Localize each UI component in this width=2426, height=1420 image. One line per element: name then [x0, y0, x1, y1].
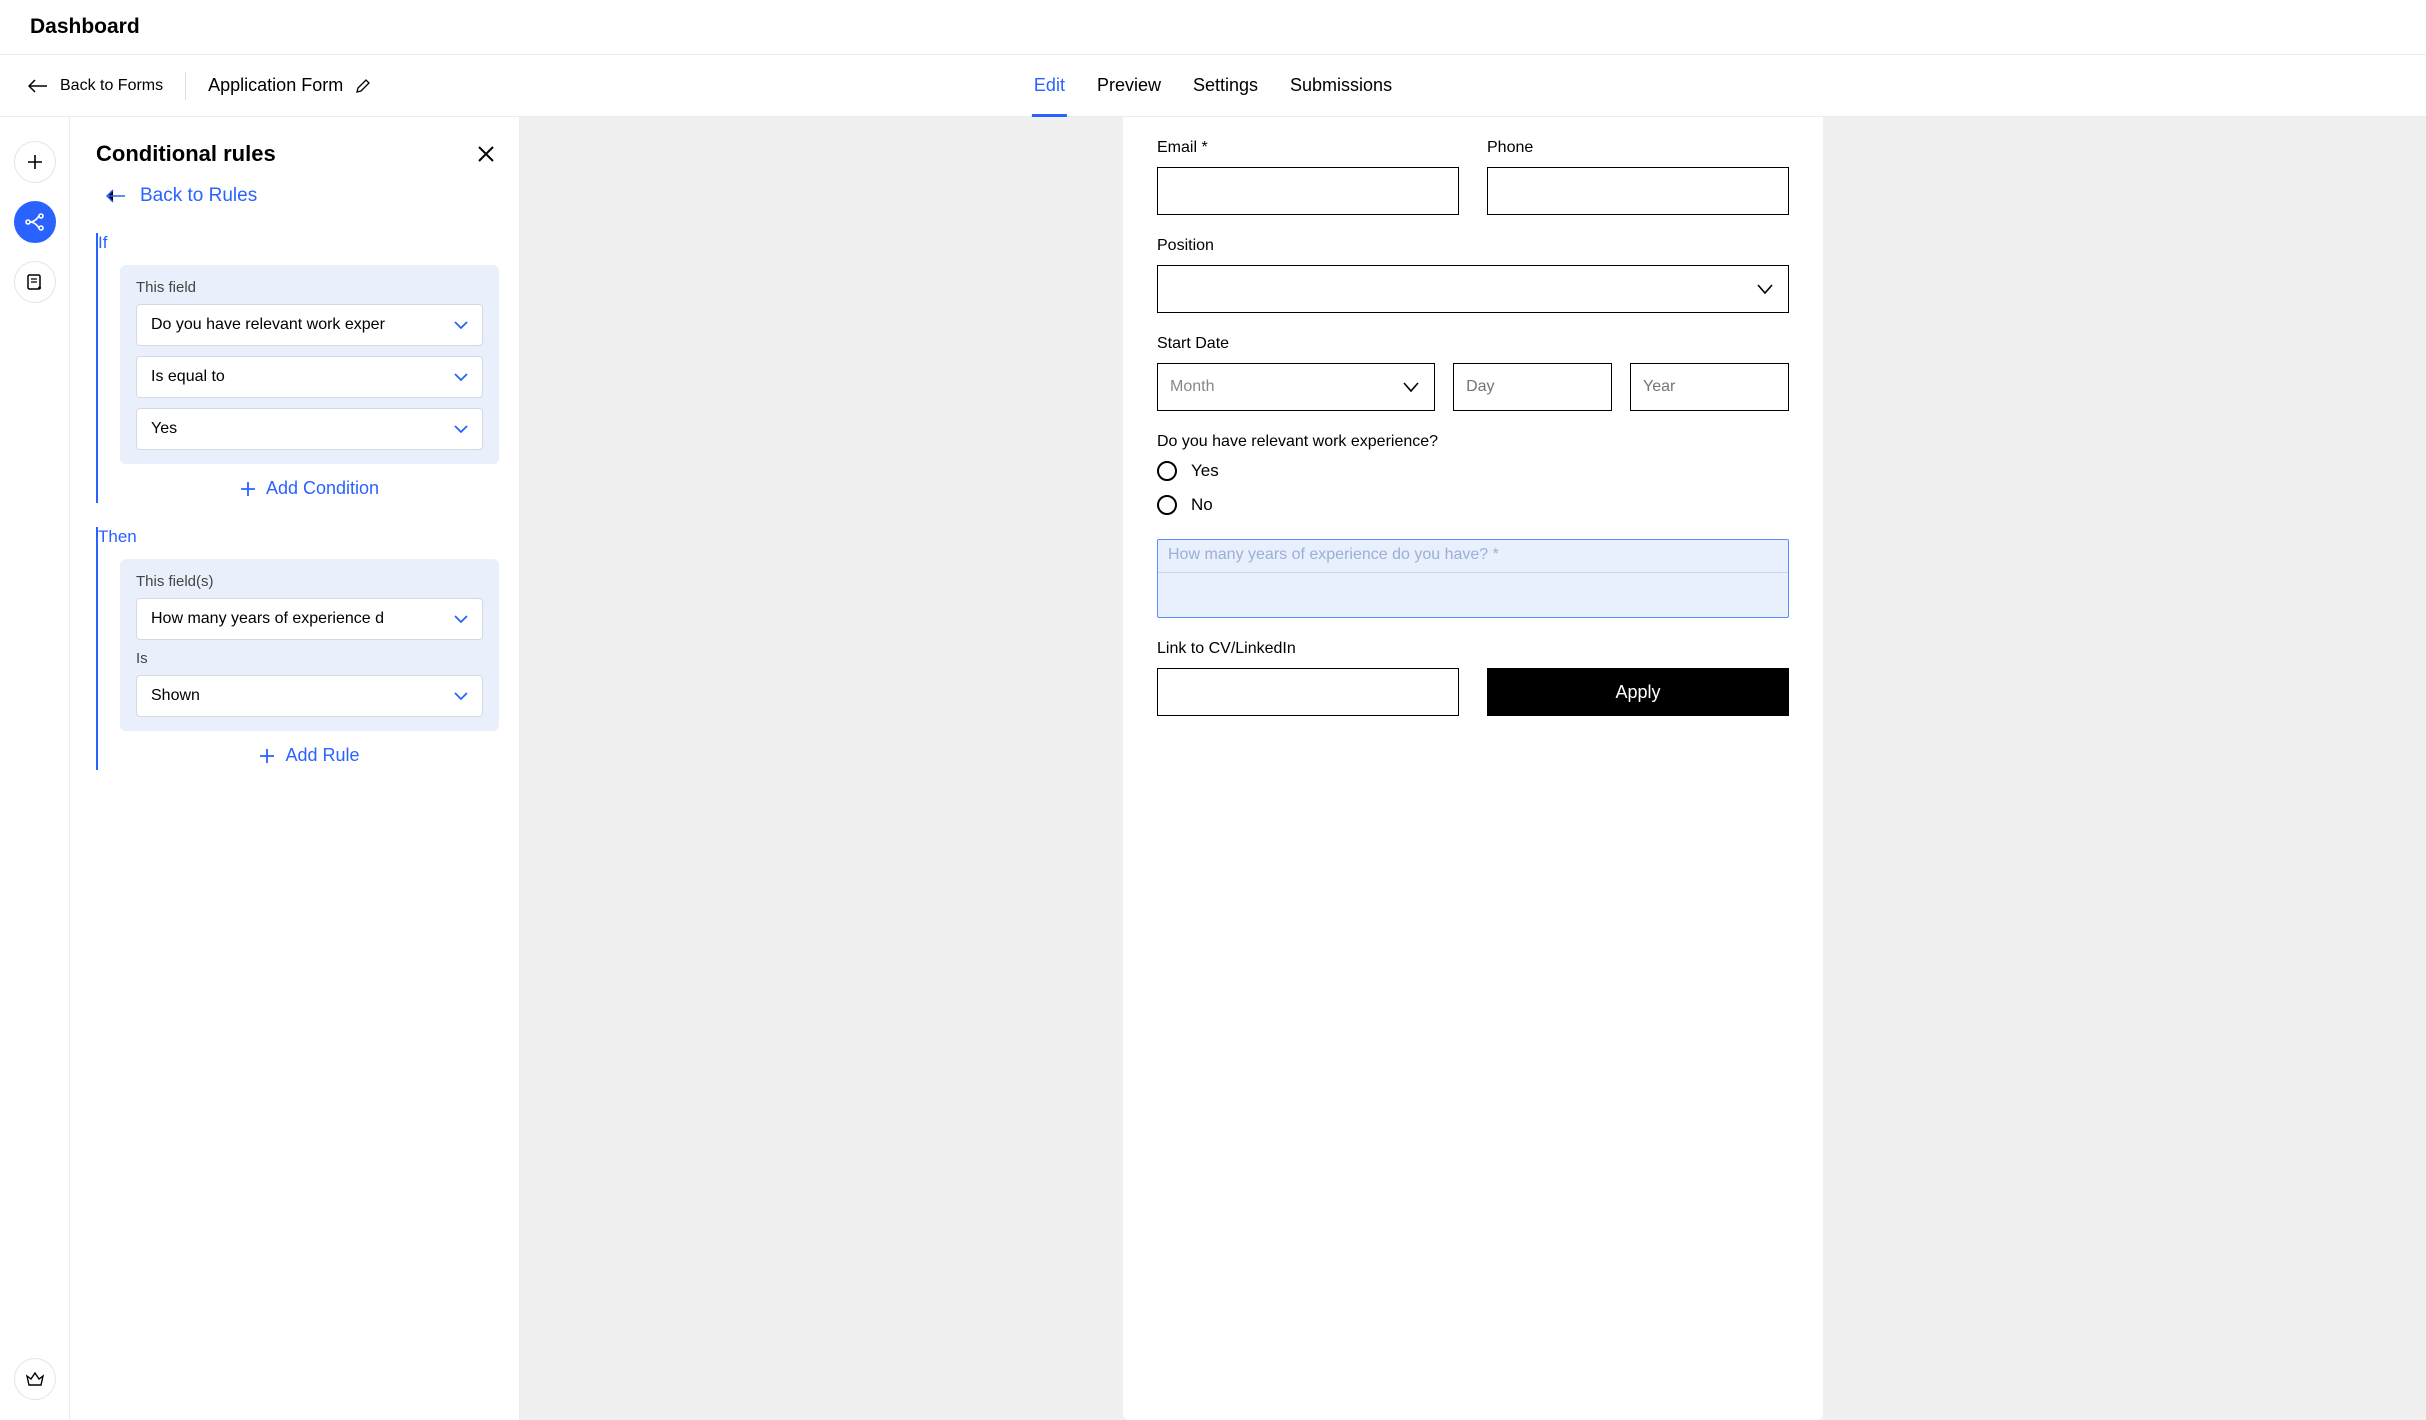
close-icon[interactable]	[473, 141, 499, 167]
phone-label: Phone	[1487, 139, 1789, 157]
top-bar: Dashboard	[0, 0, 2426, 55]
arrow-left-icon	[28, 79, 48, 93]
add-element-button[interactable]	[14, 141, 56, 183]
back-to-rules-label: Back to Rules	[140, 185, 257, 207]
radio-row-no[interactable]: No	[1157, 495, 1789, 515]
if-label: If	[98, 233, 499, 253]
panel-title: Conditional rules	[96, 141, 276, 167]
this-fields-label: This field(s)	[136, 573, 483, 590]
conditional-field-highlight[interactable]: How many years of experience do you have…	[1157, 539, 1789, 618]
chevron-down-icon	[454, 614, 468, 624]
then-label: Then	[98, 527, 499, 547]
tabs: Edit Preview Settings Submissions	[1032, 55, 1394, 116]
plus-icon	[240, 481, 256, 497]
chevron-down-icon	[454, 691, 468, 701]
email-field[interactable]	[1157, 167, 1459, 215]
back-to-forms-label: Back to Forms	[60, 77, 163, 95]
second-bar: Back to Forms Application Form Edit Prev…	[0, 55, 2426, 117]
if-group: If This field Do you have relevant work …	[96, 233, 499, 503]
tab-settings[interactable]: Settings	[1191, 55, 1260, 116]
cv-field[interactable]	[1157, 668, 1459, 716]
position-field-wrap: Position	[1157, 237, 1789, 313]
chevron-down-icon	[454, 372, 468, 382]
add-rule-button[interactable]: Add Rule	[120, 731, 499, 770]
left-rail	[0, 117, 70, 1420]
start-date-label: Start Date	[1157, 335, 1789, 353]
form-name: Application Form	[208, 75, 343, 96]
condition-field-select[interactable]: Do you have relevant work exper	[136, 304, 483, 346]
tab-submissions-label: Submissions	[1290, 75, 1392, 96]
is-label: Is	[136, 650, 483, 667]
radio-label-no: No	[1191, 495, 1213, 515]
form-pages-button[interactable]	[14, 261, 56, 303]
cv-apply-row: Link to CV/LinkedIn Apply	[1157, 640, 1789, 716]
plus-icon	[259, 748, 275, 764]
tab-preview[interactable]: Preview	[1095, 55, 1163, 116]
condition-operator-value: Is equal to	[151, 368, 454, 386]
radio-label-yes: Yes	[1191, 461, 1219, 481]
form-canvas: Email * Phone Position Start Da	[520, 117, 2426, 1420]
action-field-value: How many years of experience d	[151, 610, 454, 628]
action-visibility-select[interactable]: Shown	[136, 675, 483, 717]
form-card: Email * Phone Position Start Da	[1123, 117, 1823, 1420]
tab-settings-label: Settings	[1193, 75, 1258, 96]
back-to-rules-link[interactable]: Back to Rules	[96, 185, 499, 207]
if-body: This field Do you have relevant work exp…	[120, 265, 499, 464]
experience-question: Do you have relevant work experience?	[1157, 433, 1789, 451]
year-input-wrap	[1630, 363, 1789, 411]
tab-edit[interactable]: Edit	[1032, 55, 1067, 116]
panel-header: Conditional rules	[96, 141, 499, 167]
conditional-field-placeholder: How many years of experience do you have…	[1158, 540, 1788, 573]
app-title: Dashboard	[30, 15, 140, 39]
action-field-select[interactable]: How many years of experience d	[136, 598, 483, 640]
radio-row-yes[interactable]: Yes	[1157, 461, 1789, 481]
day-field[interactable]	[1453, 363, 1612, 411]
action-visibility-value: Shown	[151, 687, 454, 705]
day-input-wrap	[1453, 363, 1612, 411]
radio-icon	[1157, 461, 1177, 481]
cv-label: Link to CV/LinkedIn	[1157, 640, 1459, 658]
add-condition-label: Add Condition	[266, 478, 379, 499]
chevron-down-icon	[454, 424, 468, 434]
condition-field-value: Do you have relevant work exper	[151, 316, 454, 334]
rules-side-panel: Conditional rules Back to Rules If This …	[70, 117, 520, 1420]
add-condition-button[interactable]: Add Condition	[120, 464, 499, 503]
condition-value: Yes	[151, 420, 454, 438]
form-name-wrap: Application Form	[208, 75, 371, 96]
conditional-rules-button[interactable]	[14, 201, 56, 243]
year-field[interactable]	[1630, 363, 1789, 411]
month-select[interactable]	[1157, 363, 1435, 411]
then-group: Then This field(s) How many years of exp…	[96, 527, 499, 770]
position-label: Position	[1157, 237, 1789, 255]
back-to-forms-link[interactable]: Back to Forms	[28, 77, 163, 95]
condition-operator-select[interactable]: Is equal to	[136, 356, 483, 398]
then-body: This field(s) How many years of experien…	[120, 559, 499, 731]
email-label: Email *	[1157, 139, 1459, 157]
conditional-field-body	[1158, 573, 1788, 617]
chevron-down-icon	[454, 320, 468, 330]
add-rule-label: Add Rule	[285, 745, 359, 766]
tab-submissions[interactable]: Submissions	[1288, 55, 1394, 116]
position-select[interactable]	[1157, 265, 1789, 313]
this-field-label: This field	[136, 279, 483, 296]
experience-question-wrap: Do you have relevant work experience? Ye…	[1157, 433, 1789, 515]
start-date-wrap: Start Date	[1157, 335, 1789, 411]
pencil-icon[interactable]	[355, 78, 371, 94]
tab-edit-label: Edit	[1034, 75, 1065, 96]
divider	[185, 72, 186, 100]
tab-preview-label: Preview	[1097, 75, 1161, 96]
condition-value-select[interactable]: Yes	[136, 408, 483, 450]
email-phone-row: Email * Phone	[1157, 139, 1789, 215]
main: Conditional rules Back to Rules If This …	[0, 117, 2426, 1420]
phone-field[interactable]	[1487, 167, 1789, 215]
arrow-left-icon	[106, 189, 126, 203]
apply-button[interactable]: Apply	[1487, 668, 1789, 716]
radio-icon	[1157, 495, 1177, 515]
upgrade-button[interactable]	[14, 1358, 56, 1400]
